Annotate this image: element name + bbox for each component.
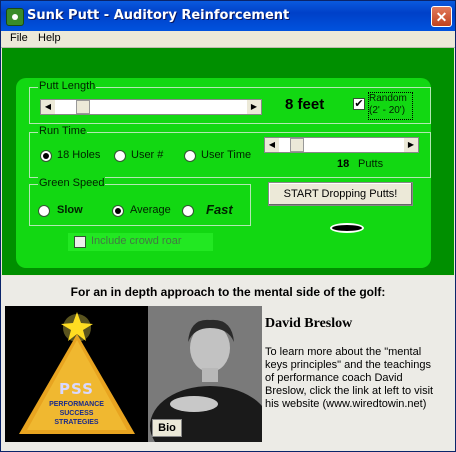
putt-length-value: 8 feet — [285, 96, 325, 113]
random-label: Random (2' - 20') — [368, 92, 413, 120]
run-time-label: Run Time — [38, 125, 88, 137]
coach-name: David Breslow — [265, 316, 353, 331]
green-speed-group: Green Speed Slow Average Fast — [29, 177, 251, 226]
david-breslow-photo: Bio — [148, 306, 262, 442]
putt-length-slider[interactable]: ◀ ▶ — [40, 99, 262, 115]
random-label-line2: (2' - 20') — [369, 105, 406, 116]
logo-performance-text: PERFORMANCE — [49, 401, 104, 408]
menu-help[interactable]: Help — [38, 32, 61, 44]
radio-fast-label: Fast — [206, 202, 233, 217]
radio-average-label: Average — [130, 204, 171, 216]
golf-app-icon — [6, 8, 24, 26]
crowd-roar-label: Include crowd roar — [91, 235, 182, 247]
crowd-roar-area: Include crowd roar — [68, 233, 213, 251]
random-label-line1: Random — [369, 93, 407, 104]
title-bar[interactable]: Sunk Putt - Auditory Reinforcement ✕ — [1, 1, 455, 31]
logo-strategies-text: STRATEGIES — [54, 419, 99, 426]
logo-pss-text: PSS — [59, 380, 94, 398]
putts-label: Putts — [358, 158, 384, 170]
app-window: Sunk Putt - Auditory Reinforcement ✕ Fil… — [0, 0, 456, 452]
radio-slow-label: Slow — [57, 204, 83, 216]
slider-thumb[interactable] — [290, 138, 304, 152]
random-checkbox[interactable]: ✔ — [353, 98, 365, 110]
slider-right-arrow-icon[interactable]: ▶ — [404, 138, 418, 152]
slider-thumb[interactable] — [76, 100, 90, 114]
window-title: Sunk Putt - Auditory Reinforcement — [27, 8, 290, 23]
checkmark-icon: ✔ — [354, 98, 364, 110]
radio-18-holes-label: 18 Holes — [57, 149, 101, 161]
pss-logo-link[interactable]: PSS PERFORMANCE SUCCESS STRATEGIES — [5, 306, 148, 442]
crowd-roar-checkbox[interactable] — [74, 236, 86, 248]
menu-file[interactable]: File — [10, 32, 28, 44]
putting-green-background: Putt Length ◀ ▶ 8 feet ✔ Random (2' - 20… — [2, 48, 454, 275]
radio-user-number[interactable] — [114, 150, 126, 162]
putting-green: Putt Length ◀ ▶ 8 feet ✔ Random (2' - 20… — [16, 78, 431, 268]
radio-user-number-label: User # — [131, 149, 164, 161]
promo-panel: For an in depth approach to the mental s… — [1, 276, 455, 451]
radio-user-time[interactable] — [184, 150, 196, 162]
run-time-group: Run Time 18 Holes User # User Time ◀ ▶ 1… — [29, 125, 431, 178]
logo-success-text: SUCCESS — [59, 410, 94, 417]
putt-length-group: Putt Length ◀ ▶ 8 feet ✔ Random (2' - 20… — [29, 80, 431, 124]
coach-description: To learn more about the "mental keys pri… — [265, 346, 434, 410]
menu-bar: File Help — [1, 31, 455, 48]
golf-hole-icon — [330, 223, 364, 233]
green-speed-label: Green Speed — [38, 177, 106, 189]
slider-right-arrow-icon[interactable]: ▶ — [247, 100, 261, 114]
close-button[interactable]: ✕ — [431, 6, 452, 27]
bio-button[interactable]: Bio — [152, 419, 182, 437]
putts-count: 18 — [337, 158, 350, 170]
slider-left-arrow-icon[interactable]: ◀ — [265, 138, 279, 152]
radio-fast[interactable] — [182, 205, 194, 217]
radio-user-time-label: User Time — [201, 149, 252, 161]
radio-slow[interactable] — [38, 205, 50, 217]
radio-average[interactable] — [112, 205, 124, 217]
promo-headline: For an in depth approach to the mental s… — [70, 285, 386, 299]
slider-left-arrow-icon[interactable]: ◀ — [41, 100, 55, 114]
radio-18-holes[interactable] — [40, 150, 52, 162]
start-button[interactable]: START Dropping Putts! — [268, 182, 413, 206]
putt-length-label: Putt Length — [38, 80, 97, 92]
run-time-slider[interactable]: ◀ ▶ — [264, 137, 419, 153]
